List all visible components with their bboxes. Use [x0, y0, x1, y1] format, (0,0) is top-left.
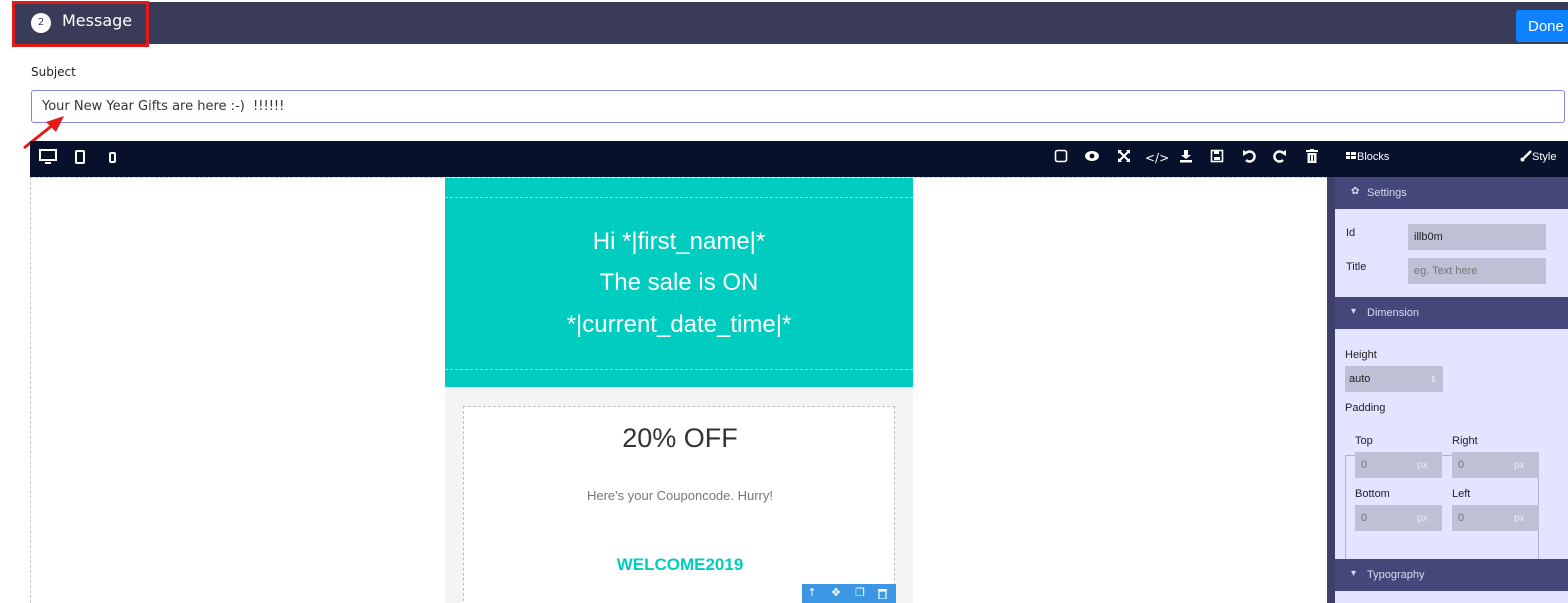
- padding-right-unit[interactable]: px: [1514, 460, 1525, 471]
- step-title[interactable]: Message: [62, 11, 132, 30]
- step-number-badge: 2: [31, 13, 51, 33]
- spinner-icon: ⇕: [1429, 374, 1437, 384]
- mobile-view-icon[interactable]: [102, 149, 122, 170]
- padding-top-unit[interactable]: px: [1417, 460, 1428, 471]
- date-text[interactable]: *|current_date_time|*: [445, 311, 913, 339]
- trash-icon[interactable]: [1302, 149, 1322, 168]
- select-parent-icon[interactable]: ↑: [804, 586, 820, 599]
- preview-eye-icon[interactable]: [1082, 149, 1102, 167]
- redo-icon[interactable]: [1270, 149, 1290, 168]
- subject-input[interactable]: [31, 90, 1565, 123]
- dimension-section-header[interactable]: ▾ Dimension: [1335, 297, 1568, 329]
- undo-icon[interactable]: [1239, 149, 1259, 168]
- sale-text[interactable]: The sale is ON: [445, 269, 913, 297]
- hero-divider-top: [445, 197, 913, 198]
- email-body: Hi *|first_name|* The sale is ON *|curre…: [445, 178, 913, 603]
- borders-icon[interactable]: [1051, 149, 1071, 168]
- padding-right-label: Right: [1452, 435, 1478, 447]
- id-label: Id: [1346, 227, 1356, 239]
- typography-title: Typography: [1367, 569, 1425, 581]
- step-header: [12, 2, 1568, 44]
- coupon-description[interactable]: Here's your Couponcode. Hurry!: [464, 488, 896, 503]
- style-manager-panel: ✿ Settings Id Title ▾ Dimension Height a…: [1335, 177, 1568, 603]
- caret-down-icon: ▾: [1351, 306, 1357, 317]
- clone-icon[interactable]: ❐: [852, 586, 868, 599]
- gear-icon: ✿: [1351, 186, 1360, 197]
- move-icon[interactable]: ✥: [828, 586, 844, 599]
- download-icon[interactable]: [1176, 149, 1196, 168]
- padding-bottom-input[interactable]: [1355, 505, 1442, 531]
- subject-label: Subject: [31, 65, 76, 79]
- settings-title: Settings: [1367, 187, 1407, 199]
- coupon-code[interactable]: WELCOME2019: [464, 555, 896, 575]
- dimension-title: Dimension: [1367, 307, 1419, 319]
- delete-icon[interactable]: [874, 586, 890, 602]
- height-label: Height: [1345, 349, 1377, 361]
- selection-toolbar: ↑ ✥ ❐: [802, 584, 896, 603]
- email-canvas[interactable]: Hi *|first_name|* The sale is ON *|curre…: [30, 177, 1327, 603]
- hero-divider-bottom: [445, 369, 913, 370]
- tablet-view-icon[interactable]: [70, 149, 90, 170]
- blocks-tab[interactable]: Blocks: [1357, 151, 1389, 163]
- discount-heading[interactable]: 20% OFF: [464, 423, 896, 454]
- typography-section-header[interactable]: ▾ Typography: [1335, 559, 1568, 591]
- editor-toolbar: </> Blocks Style: [30, 141, 1568, 177]
- padding-top-input[interactable]: [1355, 452, 1442, 478]
- hero-section[interactable]: Hi *|first_name|* The sale is ON *|curre…: [445, 178, 913, 387]
- code-icon[interactable]: </>: [1145, 149, 1169, 167]
- padding-top-label: Top: [1355, 435, 1373, 447]
- save-icon[interactable]: [1207, 149, 1227, 168]
- coupon-block[interactable]: 20% OFF Here's your Couponcode. Hurry! W…: [463, 406, 896, 603]
- style-tab[interactable]: Style: [1532, 151, 1556, 163]
- desktop-view-icon[interactable]: [38, 149, 58, 170]
- padding-right-input[interactable]: [1452, 452, 1539, 478]
- height-value: auto: [1349, 373, 1371, 385]
- settings-section-header[interactable]: ✿ Settings: [1335, 177, 1568, 209]
- padding-label: Padding: [1345, 402, 1386, 414]
- canvas-scrollbar[interactable]: [1327, 177, 1335, 603]
- email-editor: </> Blocks Style Hi *|first_name|* The s…: [30, 141, 1568, 603]
- title-input[interactable]: [1408, 258, 1546, 284]
- done-button[interactable]: Done: [1516, 10, 1568, 42]
- padding-left-input[interactable]: [1452, 505, 1539, 531]
- padding-left-label: Left: [1452, 488, 1471, 500]
- padding-left-unit[interactable]: px: [1514, 513, 1525, 524]
- fullscreen-icon[interactable]: [1114, 149, 1134, 168]
- padding-bottom-unit[interactable]: px: [1417, 513, 1428, 524]
- caret-down-icon: ▾: [1351, 568, 1357, 579]
- title-label: Title: [1346, 261, 1367, 273]
- id-input[interactable]: [1408, 224, 1546, 250]
- padding-bottom-label: Bottom: [1355, 488, 1390, 500]
- greeting-text[interactable]: Hi *|first_name|*: [445, 228, 913, 256]
- height-select[interactable]: auto ⇕: [1345, 366, 1443, 392]
